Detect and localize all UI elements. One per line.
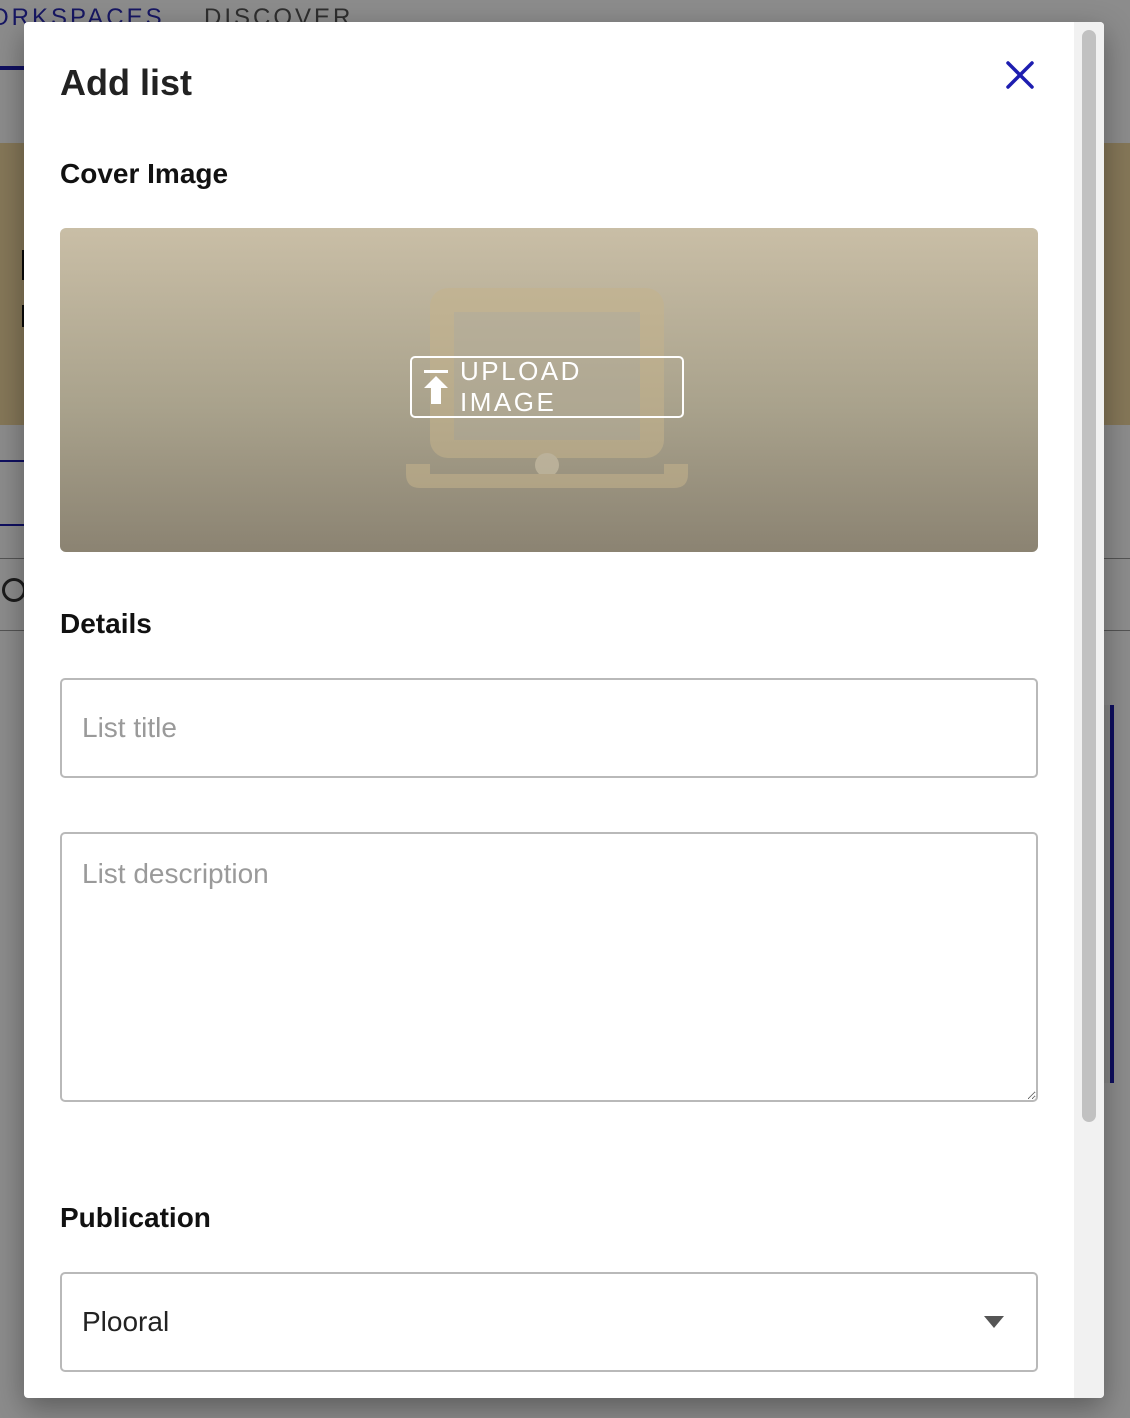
upload-image-label: UPLOAD IMAGE — [460, 356, 582, 417]
close-button[interactable] — [1000, 55, 1040, 95]
scrollbar-thumb[interactable] — [1082, 30, 1096, 1122]
cover-image-heading: Cover Image — [60, 158, 229, 189]
modal-scrollbar[interactable] — [1074, 22, 1104, 1398]
upload-icon — [424, 370, 448, 404]
details-heading: Details — [60, 608, 152, 639]
close-icon — [1006, 61, 1034, 89]
list-title-input[interactable] — [60, 678, 1038, 778]
modal-title: Add list — [60, 62, 192, 103]
publication-select[interactable]: Plooral — [60, 1272, 1038, 1372]
chevron-down-icon — [984, 1316, 1004, 1328]
upload-image-button[interactable]: UPLOAD IMAGE — [410, 356, 684, 418]
publication-heading: Publication — [60, 1202, 211, 1233]
add-list-modal: Add list Cover Image UPLOAD IMAGE Detail… — [24, 22, 1104, 1398]
publication-selected-value: Plooral — [82, 1306, 170, 1337]
cover-image-dropzone[interactable]: UPLOAD IMAGE — [60, 228, 1038, 552]
list-description-textarea[interactable] — [60, 832, 1038, 1102]
